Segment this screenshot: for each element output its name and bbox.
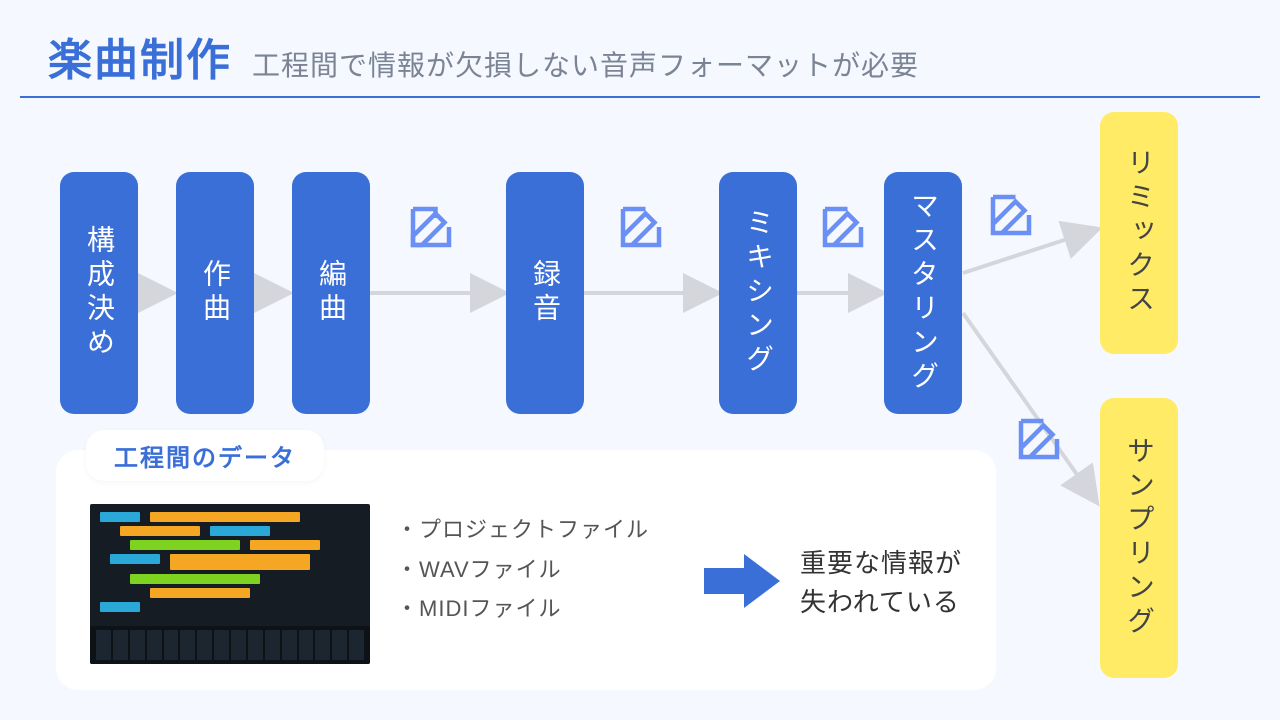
conclusion-line: 失われている xyxy=(800,583,962,622)
slide-header: 楽曲制作 工程間で情報が欠損しない音声フォーマットが必要 xyxy=(20,0,1260,98)
stage-label: 録音 xyxy=(525,259,565,327)
stage-remix: リミックス xyxy=(1100,112,1178,354)
edit-icon xyxy=(614,200,668,254)
edit-icon xyxy=(404,200,458,254)
stage-composition-plan: 構成決め xyxy=(60,172,138,414)
panel-title: 工程間のデータ xyxy=(86,430,324,481)
daw-screenshot xyxy=(90,504,370,664)
slide-subtitle: 工程間で情報が欠損しない音声フォーマットが必要 xyxy=(252,44,919,84)
stage-label: 構成決め xyxy=(79,225,119,361)
arrow-icon xyxy=(704,554,780,608)
stage-arrange: 編曲 xyxy=(292,172,370,414)
file-item: ・WAVファイル xyxy=(396,550,649,590)
stage-sampling: サンプリング xyxy=(1100,398,1178,678)
conclusion-text: 重要な情報が 失われている xyxy=(800,544,962,622)
file-list: ・プロジェクトファイル ・WAVファイル ・MIDIファイル xyxy=(396,510,649,629)
conclusion-line: 重要な情報が xyxy=(800,544,962,583)
file-item: ・プロジェクトファイル xyxy=(396,510,649,550)
slide-title: 楽曲制作 xyxy=(48,24,232,88)
stage-label: サンプリング xyxy=(1119,436,1159,640)
file-item: ・MIDIファイル xyxy=(396,589,649,629)
edit-icon xyxy=(1012,412,1066,466)
stage-compose: 作曲 xyxy=(176,172,254,414)
stage-label: リミックス xyxy=(1119,148,1159,318)
stage-label: 作曲 xyxy=(195,259,235,327)
stage-mixing: ミキシング xyxy=(719,172,797,414)
stage-mastering: マスタリング xyxy=(884,172,962,414)
edit-icon xyxy=(816,200,870,254)
stage-label: 編曲 xyxy=(311,259,351,327)
stage-record: 録音 xyxy=(506,172,584,414)
stage-label: マスタリング xyxy=(903,191,943,395)
data-panel: 工程間のデータ ・プロジェクトファイル ・WAVファイル ・MIDIファイル 重… xyxy=(56,450,996,690)
stage-label: ミキシング xyxy=(738,208,778,378)
edit-icon xyxy=(984,188,1038,242)
